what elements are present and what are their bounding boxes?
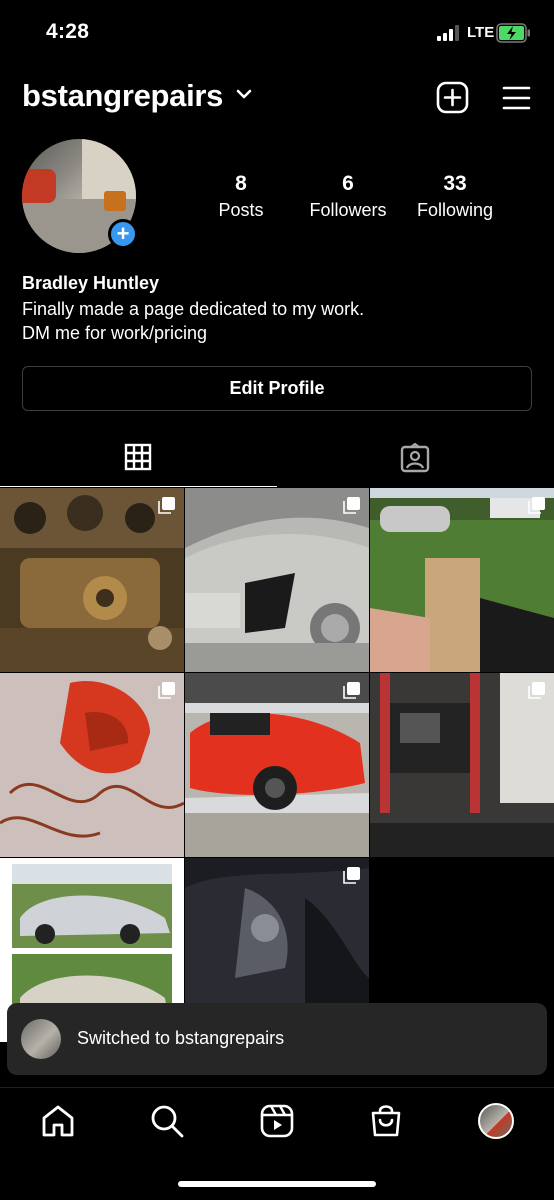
- bio-line: Finally made a page dedicated to my work…: [22, 299, 365, 319]
- carousel-icon: [343, 497, 360, 514]
- engine-block-photo: [0, 488, 184, 672]
- add-story-icon[interactable]: +: [108, 219, 138, 249]
- grid-icon: [124, 443, 152, 471]
- red-bumper-photo: [0, 673, 184, 857]
- following-label: Following: [416, 200, 494, 220]
- carousel-icon: [158, 682, 175, 699]
- post-thumbnail[interactable]: [0, 488, 184, 672]
- new-post-icon[interactable]: [436, 81, 469, 114]
- posts-count: 8: [235, 172, 247, 195]
- stat-following[interactable]: 33 Following: [400, 172, 510, 221]
- edit-profile-button[interactable]: Edit Profile: [22, 366, 532, 411]
- yard-board-photo: [370, 488, 554, 672]
- signal-icon: [437, 25, 459, 41]
- status-time: 4:28: [46, 20, 90, 43]
- carousel-icon: [158, 497, 175, 514]
- account-username[interactable]: bstangrepairs: [22, 78, 223, 114]
- carousel-icon: [343, 867, 360, 884]
- posts-label: Posts: [218, 200, 264, 220]
- battery-charging-icon: [496, 23, 530, 43]
- search-icon[interactable]: [149, 1103, 185, 1139]
- tab-tagged[interactable]: [277, 430, 554, 487]
- chevron-down-icon[interactable]: [235, 87, 253, 101]
- carousel-icon: [528, 682, 545, 699]
- toast-avatar: [21, 1019, 61, 1059]
- nav-divider: [0, 1087, 554, 1088]
- tab-posts-grid[interactable]: [0, 430, 277, 487]
- garage-lift-photo: [370, 673, 554, 857]
- followers-count: 6: [342, 172, 354, 195]
- stat-posts[interactable]: 8 Posts: [186, 172, 296, 221]
- bio-line: DM me for work/pricing: [22, 323, 208, 343]
- toast-message: Switched to bstangrepairs: [77, 1028, 285, 1048]
- network-type: LTE: [467, 24, 495, 41]
- shop-icon[interactable]: [368, 1103, 404, 1139]
- post-thumbnail[interactable]: [185, 488, 369, 672]
- followers-label: Followers: [309, 200, 387, 220]
- post-thumbnail[interactable]: [370, 673, 554, 857]
- reels-icon[interactable]: [259, 1103, 295, 1139]
- carousel-icon: [528, 497, 545, 514]
- profile-name: Bradley Huntley: [22, 273, 160, 293]
- post-thumbnail[interactable]: [185, 673, 369, 857]
- home-indicator[interactable]: [178, 1181, 376, 1187]
- post-thumbnail[interactable]: [370, 488, 554, 672]
- tagged-icon: [400, 443, 430, 473]
- post-thumbnail[interactable]: [0, 673, 184, 857]
- silver-car-front-photo: [185, 488, 369, 672]
- menu-icon[interactable]: [502, 85, 531, 111]
- profile-tab-avatar[interactable]: [478, 1103, 514, 1139]
- home-icon[interactable]: [40, 1103, 76, 1139]
- stat-followers[interactable]: 6 Followers: [293, 172, 403, 221]
- red-mustang-photo: [185, 673, 369, 857]
- carousel-icon: [343, 682, 360, 699]
- following-count: 33: [443, 172, 467, 195]
